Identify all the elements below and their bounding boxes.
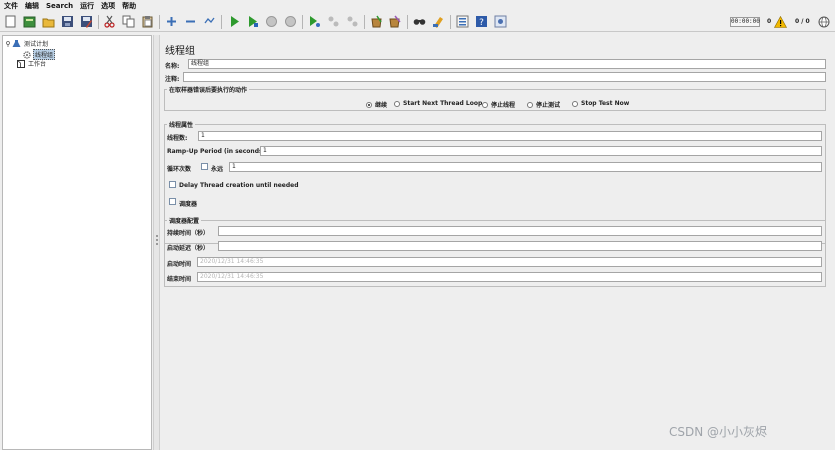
radio-stop-test-now[interactable]: Stop Test Now	[572, 100, 629, 107]
forever-checkbox[interactable]	[201, 163, 208, 170]
active-thread-count: 0 / 0	[795, 18, 810, 25]
flask-icon	[12, 39, 21, 48]
splitter-grip	[156, 243, 158, 245]
radio-continue[interactable]: 继续	[366, 100, 387, 109]
loop-count-label: 循环次数	[167, 166, 192, 173]
watermark: CSDN @小小灰烬	[669, 425, 768, 439]
delay-thread-label: Delay Thread creation until needed	[179, 182, 299, 189]
cut-icon[interactable]	[103, 15, 116, 28]
test-tree: 测试计划 线程组 工作台	[2, 35, 152, 450]
comment-label: 注释:	[165, 76, 180, 83]
threads-field[interactable]: 1	[198, 131, 822, 141]
scheduler-label: 调度器	[179, 201, 198, 208]
remote-stop-icon[interactable]	[327, 15, 340, 28]
templates-icon[interactable]	[23, 15, 36, 28]
expand-icon[interactable]	[165, 15, 178, 28]
toolbar-separator	[407, 15, 408, 29]
toolbar-separator	[302, 15, 303, 29]
splitter-grip	[156, 235, 158, 237]
warning-count: 0	[767, 18, 772, 25]
search-icon[interactable]	[413, 15, 426, 28]
shutdown-icon[interactable]	[284, 15, 297, 28]
tree-label-workbench: 工作台	[28, 61, 47, 68]
comment-field[interactable]	[183, 72, 826, 82]
warning-icon[interactable]	[773, 15, 788, 28]
page-title: 线程组	[165, 46, 195, 57]
toolbar-separator	[221, 15, 222, 29]
save-as-icon[interactable]	[80, 15, 93, 28]
radio-button[interactable]	[482, 101, 488, 108]
toolbar-separator	[450, 15, 451, 29]
tree-expand-icon[interactable]	[5, 40, 11, 47]
name-label: 名称:	[165, 63, 180, 70]
menu-help[interactable]: 帮助	[122, 1, 136, 11]
clear-all-icon[interactable]	[389, 15, 402, 28]
toolbar-separator	[98, 15, 99, 29]
start-time-label: 启动时间	[167, 261, 192, 268]
collapse-icon[interactable]	[184, 15, 197, 28]
remote-shutdown-icon[interactable]	[346, 15, 359, 28]
scheduler-config-title: 调度器配置	[167, 216, 202, 225]
start-no-pause-icon[interactable]	[246, 15, 259, 28]
radio-start-next-loop[interactable]: Start Next Thread Loop	[394, 100, 482, 107]
radio-button[interactable]	[527, 101, 533, 108]
menu-edit[interactable]: 编辑	[25, 1, 39, 11]
end-time-label: 结束时间	[167, 276, 192, 283]
toolbar: ? 00:00:00 0 0 / 0	[0, 12, 835, 32]
delay-thread-checkbox[interactable]	[169, 181, 176, 188]
threads-label: 线程数:	[167, 135, 188, 142]
elapsed-timer: 00:00:00	[730, 17, 760, 27]
splitter-handle[interactable]	[153, 35, 160, 450]
menu-bar: 文件 编辑 Search 运行 选项 帮助	[0, 0, 835, 12]
clear-icon[interactable]	[370, 15, 383, 28]
startup-delay-field[interactable]	[218, 241, 822, 251]
save-icon[interactable]	[61, 15, 74, 28]
toolbar-separator	[364, 15, 365, 29]
help-icon[interactable]: ?	[475, 15, 488, 28]
radio-button[interactable]	[572, 100, 578, 107]
duration-label: 持续时间（秒）	[167, 230, 210, 237]
menu-file[interactable]: 文件	[4, 1, 18, 11]
end-time-field[interactable]: 2020/12/31 14:46:35	[197, 272, 822, 282]
gear-icon	[23, 50, 31, 59]
radio-stop-test[interactable]: 停止测试	[527, 100, 560, 109]
scheduler-checkbox[interactable]	[169, 198, 176, 205]
duration-field[interactable]	[218, 226, 822, 236]
tree-label-test-plan: 测试计划	[24, 41, 49, 48]
start-time-field[interactable]: 2020/12/31 14:46:35	[197, 257, 822, 267]
loop-count-field[interactable]: 1	[229, 162, 822, 172]
thread-properties-title: 线程属性	[167, 120, 196, 129]
remote-start-icon[interactable]	[308, 15, 321, 28]
startup-delay-label: 启动延迟（秒）	[167, 245, 210, 252]
name-field[interactable]: 线程组	[188, 59, 826, 69]
toolbar-separator	[159, 15, 160, 29]
workbench-icon	[17, 59, 25, 68]
new-icon[interactable]	[4, 15, 17, 28]
radio-button[interactable]	[366, 101, 372, 108]
tree-node-test-plan[interactable]: 测试计划	[5, 39, 49, 48]
options-icon[interactable]	[494, 15, 507, 28]
thread-group-panel: 线程组 名称: 线程组 注释: 在取样器错误后要执行的动作 继续 Start N…	[161, 35, 833, 450]
radio-stop-thread[interactable]: 停止线程	[482, 100, 515, 109]
tree-node-workbench[interactable]: 工作台	[17, 59, 47, 68]
menu-run[interactable]: 运行	[80, 1, 94, 11]
function-helper-icon[interactable]	[456, 15, 469, 28]
start-icon[interactable]	[228, 15, 241, 28]
svg-text:?: ?	[479, 18, 484, 28]
paste-icon[interactable]	[141, 15, 154, 28]
error-action-title: 在取样器错误后要执行的动作	[167, 85, 250, 94]
rampup-label: Ramp-Up Period (in seconds):	[167, 148, 268, 155]
copy-icon[interactable]	[122, 15, 135, 28]
globe-icon[interactable]	[818, 16, 830, 28]
reset-search-icon[interactable]	[432, 15, 445, 28]
stop-icon[interactable]	[265, 15, 278, 28]
open-icon[interactable]	[42, 15, 55, 28]
rampup-field[interactable]: 1	[260, 146, 822, 156]
menu-options[interactable]: 选项	[101, 1, 115, 11]
forever-label: 永远	[211, 166, 224, 173]
menu-search[interactable]: Search	[46, 2, 73, 10]
radio-button[interactable]	[394, 100, 400, 107]
toggle-icon[interactable]	[203, 15, 216, 28]
splitter-grip	[156, 239, 158, 241]
